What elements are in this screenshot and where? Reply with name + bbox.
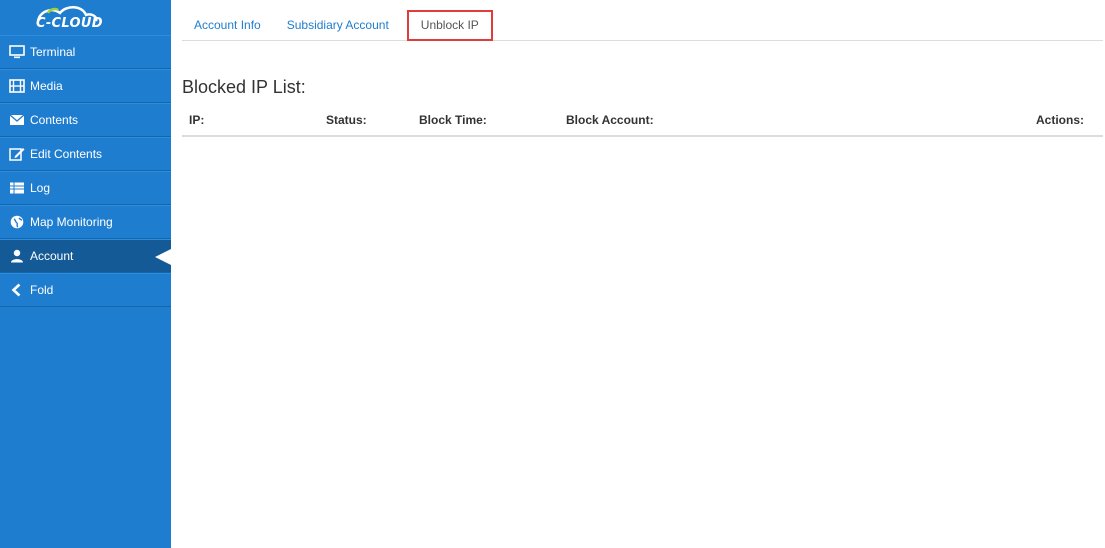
- blocked-ip-table: IP: Status: Block Time: Block Account: A…: [182, 107, 1103, 137]
- column-header-block-time: Block Time:: [412, 107, 559, 137]
- list-icon: [9, 181, 25, 195]
- tab-subsidiary-account[interactable]: Subsidiary Account: [275, 10, 401, 40]
- sidebar-item-label: Account: [30, 249, 74, 263]
- tab-bar: Account Info Subsidiary Account Unblock …: [182, 0, 1103, 41]
- envelope-icon: [9, 113, 25, 127]
- column-header-status: Status:: [319, 107, 412, 137]
- user-icon: [9, 249, 25, 263]
- sidebar-item-fold[interactable]: Fold: [0, 273, 171, 307]
- sidebar: C-CLOUD Terminal Media Contents Edit Con…: [0, 0, 171, 548]
- sidebar-item-contents[interactable]: Contents: [0, 103, 171, 137]
- sidebar-item-terminal[interactable]: Terminal: [0, 35, 171, 69]
- tab-unblock-ip[interactable]: Unblock IP: [406, 10, 493, 41]
- active-indicator: [155, 249, 171, 265]
- globe-icon: [9, 215, 25, 229]
- sidebar-item-label: Map Monitoring: [30, 215, 113, 229]
- column-header-actions: Actions:: [1029, 107, 1103, 137]
- logo-text: C-CLOUD: [36, 15, 103, 31]
- sidebar-item-media[interactable]: Media: [0, 69, 171, 103]
- film-icon: [9, 79, 25, 93]
- edit-icon: [9, 147, 25, 161]
- sidebar-item-map-monitoring[interactable]: Map Monitoring: [0, 205, 171, 239]
- logo[interactable]: C-CLOUD: [0, 0, 171, 35]
- sidebar-item-log[interactable]: Log: [0, 171, 171, 205]
- chevron-left-icon: [9, 283, 25, 297]
- cloud-logo: C-CLOUD: [34, 3, 104, 33]
- sidebar-item-edit-contents[interactable]: Edit Contents: [0, 137, 171, 171]
- tab-account-info[interactable]: Account Info: [182, 10, 273, 40]
- table-header-row: IP: Status: Block Time: Block Account: A…: [182, 107, 1103, 137]
- sidebar-item-label: Edit Contents: [30, 147, 103, 161]
- monitor-icon: [9, 45, 25, 59]
- column-header-block-account: Block Account:: [559, 107, 1029, 137]
- sidebar-item-label: Fold: [30, 283, 54, 297]
- sidebar-item-label: Media: [30, 79, 63, 93]
- column-header-ip: IP:: [182, 107, 319, 137]
- main-content: Account Info Subsidiary Account Unblock …: [182, 0, 1105, 137]
- sidebar-item-account[interactable]: Account: [0, 239, 171, 273]
- page-title: Blocked IP List:: [182, 77, 306, 97]
- sidebar-item-label: Contents: [30, 113, 79, 127]
- sidebar-item-label: Terminal: [30, 45, 76, 59]
- sidebar-item-label: Log: [30, 181, 51, 195]
